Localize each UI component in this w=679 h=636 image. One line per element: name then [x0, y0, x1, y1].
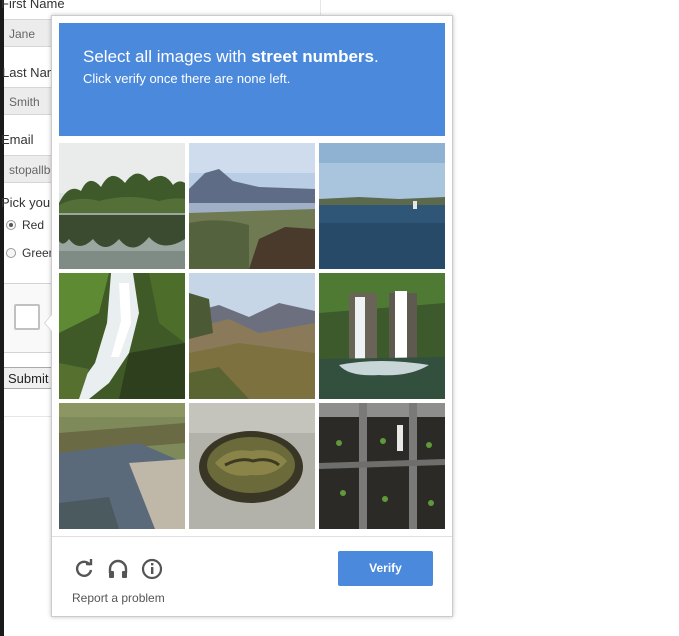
image-tile-lake-trees[interactable] [59, 143, 185, 269]
image-tile-volcano-lake[interactable] [189, 143, 315, 269]
radio-label: Red [22, 218, 45, 232]
radio-button[interactable] [6, 220, 16, 230]
radio-red[interactable]: Red [6, 218, 44, 232]
image-tile-basket-bowl[interactable] [189, 403, 315, 529]
image-tile-open-lake[interactable] [319, 143, 445, 269]
verify-button[interactable]: Verify [338, 551, 433, 586]
popup-pointer [44, 314, 52, 332]
report-problem-link[interactable]: Report a problem [72, 591, 165, 605]
challenge-instruction: Click verify once there are none left. [83, 71, 291, 86]
image-tile-twin-waterfall[interactable] [319, 273, 445, 399]
refresh-icon[interactable] [72, 557, 96, 581]
image-tile-seedling-trays[interactable] [319, 403, 445, 529]
captcha-checkbox[interactable] [14, 304, 40, 330]
first-name-label: First Name [1, 0, 65, 11]
image-grid [59, 143, 446, 530]
headphones-icon[interactable] [106, 557, 130, 581]
radio-green[interactable]: Green [6, 246, 55, 260]
image-tile-waterfall-mossy[interactable] [59, 273, 185, 399]
image-tile-creek[interactable] [59, 403, 185, 529]
captcha-challenge-popup: Select all images with street numbers. C… [44, 15, 453, 617]
radio-button[interactable] [6, 248, 16, 258]
email-label: Email [1, 132, 34, 147]
footer-divider [52, 536, 452, 537]
info-icon[interactable] [140, 557, 164, 581]
challenge-banner: Select all images with street numbers. C… [59, 23, 445, 136]
challenge-target: street numbers [251, 47, 375, 66]
challenge-prompt: Select all images with street numbers. [83, 47, 379, 66]
image-tile-mountain-valley[interactable] [189, 273, 315, 399]
